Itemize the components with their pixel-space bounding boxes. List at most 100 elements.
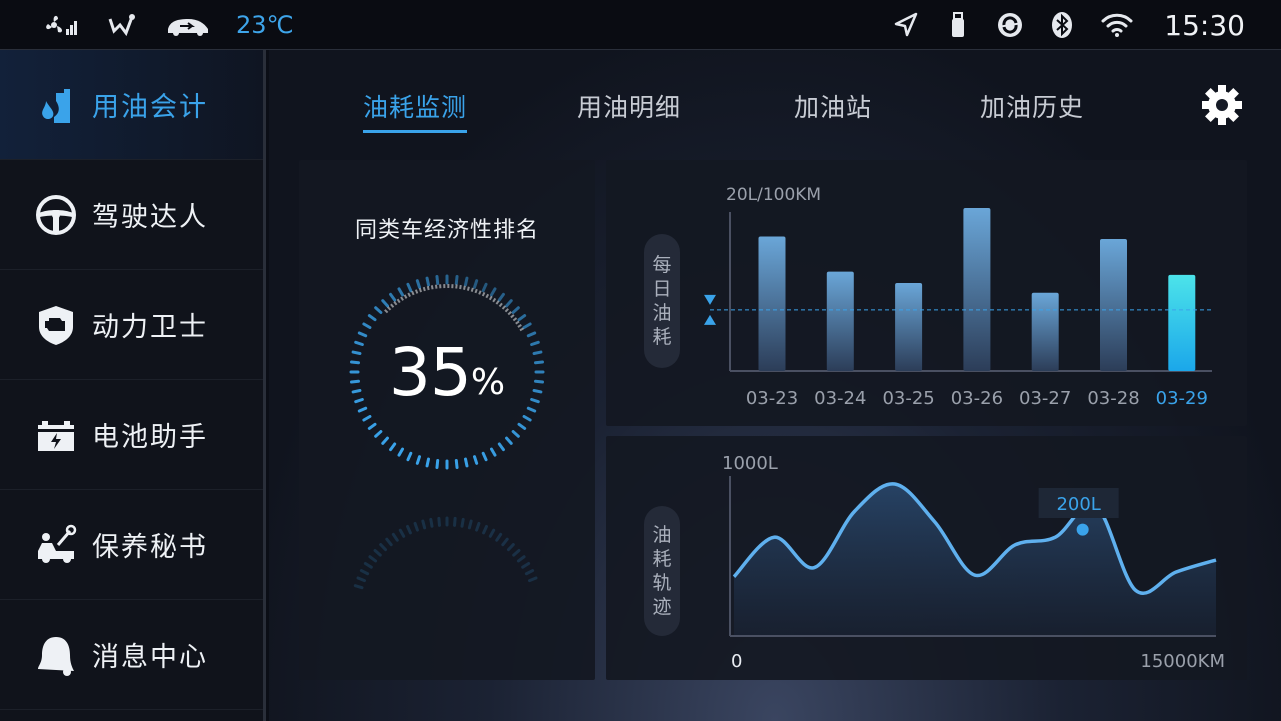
x-axis-min-label: 0 [731,651,742,672]
x-axis-max-label: 15000KM [1140,651,1225,672]
ring-reflection-tick [398,528,406,538]
y-axis-max-label: 1000L [722,453,778,474]
ring-reflection-tick [482,524,488,535]
ring-reflection-tick [512,548,521,557]
ring-reflection-tick [501,537,509,547]
bar [895,282,923,371]
fuel-track-line-chart: 1000L 0 15000KM 200L [722,453,1225,672]
engine-shield-icon [34,303,78,347]
sidebar-item-label: 消息中心 [92,642,208,673]
ring-reflection-tick [475,521,481,532]
ring-reflection-tick [453,516,457,527]
x-tick-label: 03-26 [951,388,1003,409]
ring-reflection-tick [421,519,427,530]
sidebar-item-label: 电池助手 [92,422,208,453]
bell-icon [34,633,78,677]
ring-reflection-tick [429,517,434,528]
tab-refuel-history[interactable]: 加油历史 [980,88,1084,124]
active-tab-indicator [363,130,467,133]
temperature-readout: 23℃ [236,11,294,39]
tab-gas-station[interactable]: 加油站 [794,88,872,124]
sidebar-item-driving-expert[interactable]: 驾驶达人 [0,160,263,270]
ranking-title: 同类车经济性排名 [354,218,539,243]
ring-reflection-tick [356,576,367,583]
main-content: 油耗监测 用油明细 加油站 加油历史 同类车经济性排名 35 % 每 日 油 耗… [269,50,1281,721]
x-tick-label: 03-25 [882,388,934,409]
ring-reflection-tick [368,555,378,563]
bar [1168,274,1196,371]
marker-tooltip-label: 200L [1056,494,1100,515]
sidebar-item-label: 驾驶达人 [92,202,208,233]
car-recirculation-icon [164,11,212,39]
ring-reflection-tick [359,569,370,576]
maintenance-car-icon [34,523,78,567]
ranking-value: 35 [388,333,472,411]
ring-reflection-tick [413,521,419,532]
ring-reflection-tick [391,532,399,542]
ranking-value-wrap: 35 % [345,270,549,474]
ranking-ring-reflection [353,516,538,590]
daily-fuel-panel: 每 日 油 耗 20L/100KM 03-23 03-24 03-25 03-26 03-… [606,160,1247,426]
tab-fuel-details[interactable]: 用油明细 [577,88,681,124]
sidebar-item-fuel-accounting[interactable]: 用油会计 [0,50,263,160]
wifi-icon[interactable] [1100,11,1134,39]
bar [1031,292,1059,371]
ring-reflection-tick [467,519,473,530]
bar [826,271,854,371]
ring-reflection-tick [406,524,412,535]
ring-reflection-tick [506,543,515,552]
sidebar-item-power-guard[interactable]: 动力卫士 [0,270,263,380]
ring-reflection-tick [521,561,531,569]
status-bar: 23℃ 15:30 [0,0,1281,50]
x-tick-label: 03-27 [1019,388,1071,409]
fuel-track-panel: 油 耗 轨 迹 1000L 0 15000KM 200L [606,436,1247,680]
economy-ranking-panel: 同类车经济性排名 35 % [299,160,595,680]
steering-wheel-icon [34,193,78,237]
sidebar-item-label: 保养秘书 [92,532,208,563]
ring-reflection-tick [524,569,535,576]
bar [1100,238,1127,371]
line-area-fill [734,483,1216,636]
fuel-drop-icon [34,83,78,127]
ring-reflection-tick [363,561,373,569]
ring-reflection-tick [379,543,388,552]
average-marker-top [704,294,716,305]
bar [963,208,991,371]
clock: 15:30 [1164,8,1245,42]
tab-fuel-monitoring[interactable]: 油耗监测 [363,88,467,124]
sidebar-item-maintenance-secretary[interactable]: 保养秘书 [0,490,263,600]
sidebar: 用油会计 驾驶达人 动力卫士 电池助手 保养秘书 消息中心 [0,50,266,721]
status-right: 15:30 [892,8,1245,42]
ring-reflection-tick [516,555,526,563]
wind-icon [104,11,140,39]
bluetooth-icon[interactable] [1048,11,1076,39]
ring-reflection-tick [437,516,441,527]
fan-signal-icon [44,11,80,39]
ring-reflection-tick [353,584,364,590]
average-marker-bottom [704,314,716,325]
x-tick-label: 03-28 [1087,388,1139,409]
y-axis-max-label: 20L/100KM [726,185,821,205]
status-left: 23℃ [44,10,294,40]
navigation-icon[interactable] [892,11,920,39]
daily-fuel-bar-chart: 20L/100KM 03-23 03-24 03-25 03-26 03-27 03-28 0… [704,185,1212,409]
sidebar-item-battery-assistant[interactable]: 电池助手 [0,380,263,490]
ring-reflection-tick [373,548,382,557]
sync-icon[interactable] [996,11,1024,39]
ranking-unit: % [470,361,506,403]
sidebar-item-label: 用油会计 [92,92,208,123]
bar [758,236,786,371]
ring-reflection-tick [385,537,393,547]
sidebar-item-message-center[interactable]: 消息中心 [0,600,263,710]
x-tick-label: 03-29 [1156,388,1208,409]
usb-icon[interactable] [944,11,972,39]
ring-reflection-tick [488,528,496,538]
sidebar-item-label: 动力卫士 [92,312,208,343]
tab-bar: 油耗监测 用油明细 加油站 加油历史 [269,88,1169,138]
ring-reflection-tick [460,517,465,528]
x-tick-label: 03-24 [814,388,866,409]
ring-reflection-tick [495,532,503,542]
ring-reflection-tick [527,576,538,583]
line-marker-point [1076,523,1089,536]
gear-icon[interactable] [1201,84,1243,126]
